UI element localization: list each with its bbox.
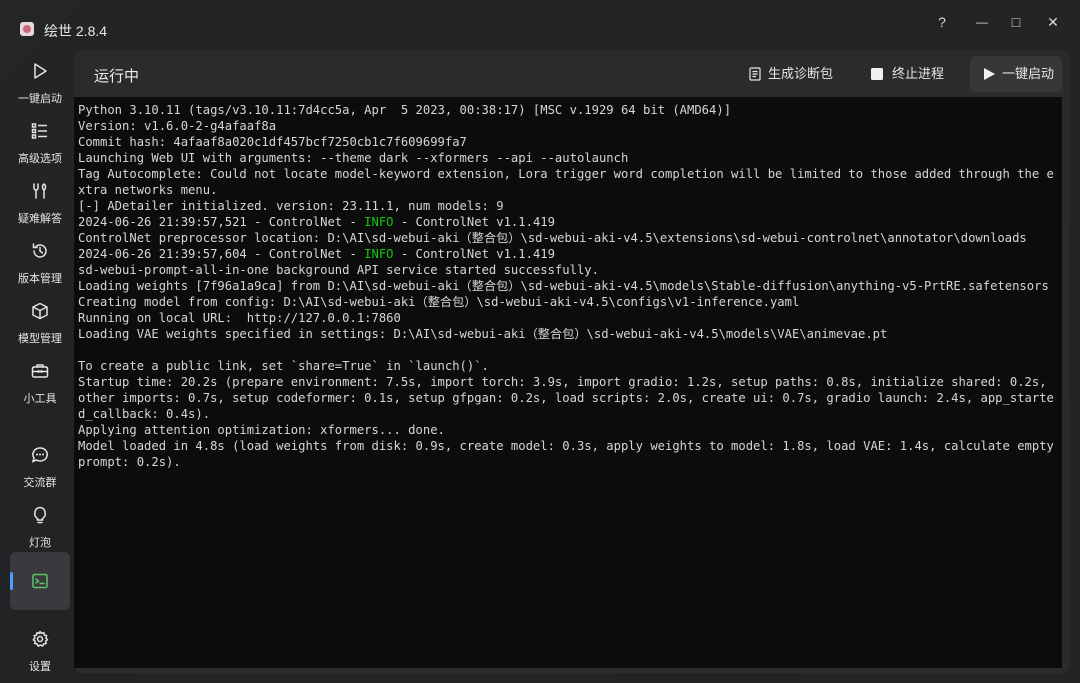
console-text-segment: Model loaded in 4.8s (load weights from … <box>78 439 1062 469</box>
gear-icon <box>32 630 49 647</box>
console-line: Startup time: 20.2s (prepare environment… <box>78 374 1060 422</box>
stop-icon <box>871 68 883 80</box>
console-text-segment: 2024-06-26 21:39:57,521 - ControlNet - <box>78 215 365 229</box>
console-output[interactable]: Python 3.10.11 (tags/v3.10.11:7d4cc5a, A… <box>74 97 1062 668</box>
help-button[interactable]: ? <box>925 8 959 36</box>
panel-header: 运行中 生成诊断包 终止进程 一键启动 <box>74 50 1070 97</box>
history-icon <box>32 243 47 258</box>
document-icon <box>749 67 761 81</box>
title-bar: 绘世 2.8.4 ? — □ ✕ <box>0 0 1080 44</box>
sidebar-item-community[interactable]: 交流群 <box>10 440 70 498</box>
console-icon <box>32 573 48 589</box>
sidebar-item-tools[interactable]: 小工具 <box>10 356 70 414</box>
stop-process-button[interactable]: 终止进程 <box>862 56 952 92</box>
sidebar-item-label: 模型管理 <box>18 333 62 345</box>
console-text-segment: Creating model from config: D:\AI\sd-web… <box>78 295 800 309</box>
page-title: 运行中 <box>94 68 140 85</box>
console-line: Launching Web UI with arguments: --theme… <box>78 150 1060 166</box>
console-line: Version: v1.6.0-2-g4afaaf8a <box>78 118 1060 134</box>
toolbox-icon <box>31 364 49 378</box>
console-line: Commit hash: 4afaaf8a020c1df457bcf7250cb… <box>78 134 1060 150</box>
sidebar-item-label: 高级选项 <box>18 153 62 165</box>
console-text-segment: Startup time: 20.2s (prepare environment… <box>78 375 1054 421</box>
console-text-segment: Loading VAE weights specified in setting… <box>78 327 888 341</box>
sidebar-item-label: 版本管理 <box>18 273 62 285</box>
play-icon <box>34 63 47 79</box>
sidebar-item-label: 设置 <box>29 661 51 673</box>
console-line: 2024-06-26 21:39:57,521 - ControlNet - I… <box>78 214 1060 230</box>
sidebar-item-version[interactable]: 版本管理 <box>10 236 70 294</box>
console-text-segment: sd-webui-prompt-all-in-one background AP… <box>78 263 599 277</box>
diagnose-button[interactable]: 生成诊断包 <box>740 56 840 92</box>
sidebar-item-label: 交流群 <box>23 477 57 489</box>
console-line: Model loaded in 4.8s (load weights from … <box>78 438 1060 470</box>
console-line: ControlNet preprocessor location: D:\AI\… <box>78 230 1060 246</box>
app-title: 绘世 2.8.4 <box>44 23 108 39</box>
console-line: [-] ADetailer initialized. version: 23.1… <box>78 198 1060 214</box>
console-text: Python 3.10.11 (tags/v3.10.11:7d4cc5a, A… <box>78 102 1060 470</box>
console-text-segment: Commit hash: 4afaaf8a020c1df457bcf7250cb… <box>78 135 467 149</box>
close-button[interactable]: ✕ <box>1036 8 1070 36</box>
console-line: Applying attention optimization: xformer… <box>78 422 1060 438</box>
sidebar-item-settings[interactable]: 设置 <box>10 624 70 682</box>
log-level-info: INFO <box>364 247 394 261</box>
sidebar-item-label: 灯泡 <box>29 537 51 549</box>
sidebar-item-bulb[interactable]: 灯泡 <box>10 500 70 558</box>
cube-icon <box>32 302 48 320</box>
sidebar-item-console[interactable] <box>10 552 70 610</box>
console-text-segment: Launching Web UI with arguments: --theme… <box>78 151 629 165</box>
log-level-info: INFO <box>364 215 394 229</box>
console-text-segment: Running on local URL: http://127.0.0.1:7… <box>78 311 401 325</box>
console-line: Python 3.10.11 (tags/v3.10.11:7d4cc5a, A… <box>78 102 1060 118</box>
one-click-start-button[interactable]: 一键启动 <box>970 56 1062 92</box>
console-line: Loading weights [7f96a1a9ca] from D:\AI\… <box>78 278 1060 294</box>
console-line: To create a public link, set `share=True… <box>78 358 1060 374</box>
sidebar-item-label: 一键启动 <box>18 93 62 105</box>
sidebar-item-label: 疑难解答 <box>18 213 62 225</box>
sidebar-item-advanced[interactable]: 高级选项 <box>10 116 70 174</box>
console-line: Creating model from config: D:\AI\sd-web… <box>78 294 1060 310</box>
sidebar: 一键启动 高级选项 疑难解答 版本管理 模型管理 小工具 交流群 灯泡 设置 <box>0 56 76 683</box>
console-text-segment: To create a public link, set `share=True… <box>78 359 489 373</box>
sidebar-item-label: 小工具 <box>23 393 57 405</box>
console-text-segment: ControlNet preprocessor location: D:\AI\… <box>78 231 1027 245</box>
console-text-segment: Applying attention optimization: xformer… <box>78 423 445 437</box>
console-text-segment: Tag Autocomplete: Could not locate model… <box>78 167 1054 197</box>
start-label: 一键启动 <box>1002 66 1055 81</box>
sidebar-item-troubleshoot[interactable]: 疑难解答 <box>10 176 70 234</box>
maximize-button[interactable]: □ <box>999 8 1033 36</box>
console-panel: 运行中 生成诊断包 终止进程 一键启动 Python 3.10.11 (tags… <box>74 50 1070 673</box>
console-text-segment: - ControlNet v1.1.419 <box>393 215 555 229</box>
console-line: 2024-06-26 21:39:57,604 - ControlNet - I… <box>78 246 1060 262</box>
console-line: Tag Autocomplete: Could not locate model… <box>78 166 1060 198</box>
app-logo-icon <box>20 22 34 36</box>
play-icon <box>984 68 995 80</box>
tools-icon <box>33 183 47 199</box>
app-window: 绘世 2.8.4 ? — □ ✕ 一键启动 高级选项 疑难解答 版本管理 模型管… <box>0 0 1080 683</box>
bulb-icon <box>34 506 46 524</box>
console-text-segment: - ControlNet v1.1.419 <box>393 247 555 261</box>
console-line: Loading VAE weights specified in setting… <box>78 326 1060 342</box>
console-text-segment: 2024-06-26 21:39:57,604 - ControlNet - <box>78 247 365 261</box>
list-icon <box>31 123 47 139</box>
console-line: Running on local URL: http://127.0.0.1:7… <box>78 310 1060 326</box>
active-indicator <box>10 572 13 590</box>
sidebar-item-launch[interactable]: 一键启动 <box>10 56 70 114</box>
console-text-segment: Python 3.10.11 (tags/v3.10.11:7d4cc5a, A… <box>78 103 732 117</box>
console-line: sd-webui-prompt-all-in-one background AP… <box>78 262 1060 278</box>
console-text-segment: [-] ADetailer initialized. version: 23.1… <box>78 199 504 213</box>
diagnose-label: 生成诊断包 <box>768 66 834 81</box>
console-text-segment: Loading weights [7f96a1a9ca] from D:\AI\… <box>78 279 1049 293</box>
minimize-button[interactable]: — <box>965 8 999 36</box>
chat-icon <box>31 447 48 463</box>
stop-label: 终止进程 <box>892 66 945 81</box>
console-text-segment: Version: v1.6.0-2-g4afaaf8a <box>78 119 277 133</box>
sidebar-item-models[interactable]: 模型管理 <box>10 296 70 354</box>
